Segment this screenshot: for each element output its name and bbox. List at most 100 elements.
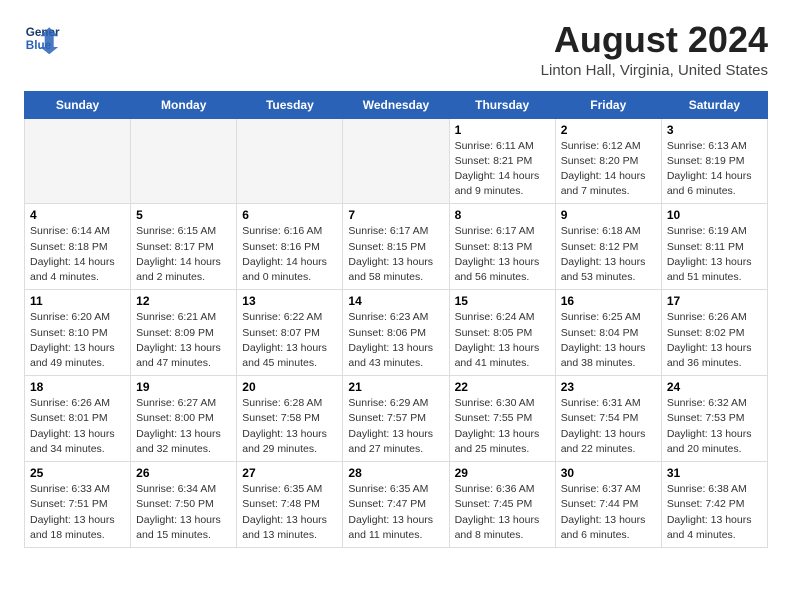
calendar-header: SundayMondayTuesdayWednesdayThursdayFrid… xyxy=(25,91,768,118)
day-detail: Sunrise: 6:22 AM Sunset: 8:07 PM Dayligh… xyxy=(242,310,337,371)
calendar-row-4: 18Sunrise: 6:26 AM Sunset: 8:01 PM Dayli… xyxy=(25,376,768,462)
calendar-cell: 11 Sunrise: 6:20 AM Sunset: 8:10 PM Dayli… xyxy=(25,290,131,376)
day-detail: Sunrise: 6:19 AM Sunset: 8:11 PM Dayligh… xyxy=(667,224,762,285)
calendar-cell: 6 Sunrise: 6:16 AM Sunset: 8:16 PM Daylig… xyxy=(237,204,343,290)
calendar-cell: 10 Sunrise: 6:19 AM Sunset: 8:11 PM Dayli… xyxy=(661,204,767,290)
day-number: 29 xyxy=(455,466,550,480)
day-number: 1 xyxy=(455,123,550,137)
day-number: 20 xyxy=(242,380,337,394)
day-detail: Sunrise: 6:33 AM Sunset: 7:51 PM Dayligh… xyxy=(30,482,125,543)
weekday-friday: Friday xyxy=(555,91,661,118)
day-number: 21 xyxy=(348,380,443,394)
day-number: 15 xyxy=(455,294,550,308)
weekday-wednesday: Wednesday xyxy=(343,91,449,118)
calendar-cell xyxy=(343,118,449,204)
calendar-cell: 2 Sunrise: 6:12 AM Sunset: 8:20 PM Daylig… xyxy=(555,118,661,204)
day-number: 31 xyxy=(667,466,762,480)
day-number: 17 xyxy=(667,294,762,308)
day-detail: Sunrise: 6:13 AM Sunset: 8:19 PM Dayligh… xyxy=(667,139,762,200)
calendar-cell: 18Sunrise: 6:26 AM Sunset: 8:01 PM Dayli… xyxy=(25,376,131,462)
calendar-cell: 5 Sunrise: 6:15 AM Sunset: 8:17 PM Daylig… xyxy=(131,204,237,290)
calendar-cell: 1 Sunrise: 6:11 AM Sunset: 8:21 PM Daylig… xyxy=(449,118,555,204)
day-detail: Sunrise: 6:24 AM Sunset: 8:05 PM Dayligh… xyxy=(455,310,550,371)
weekday-saturday: Saturday xyxy=(661,91,767,118)
day-number: 11 xyxy=(30,294,125,308)
weekday-tuesday: Tuesday xyxy=(237,91,343,118)
day-number: 2 xyxy=(561,123,656,137)
calendar-cell: 25 Sunrise: 6:33 AM Sunset: 7:51 PM Dayli… xyxy=(25,462,131,548)
calendar-table: SundayMondayTuesdayWednesdayThursdayFrid… xyxy=(24,91,768,548)
day-detail: Sunrise: 6:17 AM Sunset: 8:15 PM Dayligh… xyxy=(348,224,443,285)
calendar-cell: 19Sunrise: 6:27 AM Sunset: 8:00 PM Dayli… xyxy=(131,376,237,462)
day-detail: Sunrise: 6:26 AM Sunset: 8:02 PM Dayligh… xyxy=(667,310,762,371)
day-detail: Sunrise: 6:15 AM Sunset: 8:17 PM Dayligh… xyxy=(136,224,231,285)
day-detail: Sunrise: 6:14 AM Sunset: 8:18 PM Dayligh… xyxy=(30,224,125,285)
day-number: 28 xyxy=(348,466,443,480)
weekday-monday: Monday xyxy=(131,91,237,118)
day-detail: Sunrise: 6:32 AM Sunset: 7:53 PM Dayligh… xyxy=(667,396,762,457)
calendar-cell: 27Sunrise: 6:35 AM Sunset: 7:48 PM Dayli… xyxy=(237,462,343,548)
day-detail: Sunrise: 6:20 AM Sunset: 8:10 PM Dayligh… xyxy=(30,310,125,371)
calendar-cell xyxy=(237,118,343,204)
calendar-body: 1 Sunrise: 6:11 AM Sunset: 8:21 PM Daylig… xyxy=(25,118,768,547)
day-number: 6 xyxy=(242,208,337,222)
page-subtitle: Linton Hall, Virginia, United States xyxy=(541,62,768,79)
logo: General Blue xyxy=(24,20,64,56)
day-detail: Sunrise: 6:30 AM Sunset: 7:55 PM Dayligh… xyxy=(455,396,550,457)
day-detail: Sunrise: 6:34 AM Sunset: 7:50 PM Dayligh… xyxy=(136,482,231,543)
calendar-cell: 15 Sunrise: 6:24 AM Sunset: 8:05 PM Dayli… xyxy=(449,290,555,376)
day-number: 10 xyxy=(667,208,762,222)
weekday-thursday: Thursday xyxy=(449,91,555,118)
calendar-cell: 20 Sunrise: 6:28 AM Sunset: 7:58 PM Dayli… xyxy=(237,376,343,462)
day-detail: Sunrise: 6:38 AM Sunset: 7:42 PM Dayligh… xyxy=(667,482,762,543)
day-number: 14 xyxy=(348,294,443,308)
day-number: 25 xyxy=(30,466,125,480)
calendar-cell: 28 Sunrise: 6:35 AM Sunset: 7:47 PM Dayli… xyxy=(343,462,449,548)
calendar-cell: 7 Sunrise: 6:17 AM Sunset: 8:15 PM Daylig… xyxy=(343,204,449,290)
day-detail: Sunrise: 6:35 AM Sunset: 7:47 PM Dayligh… xyxy=(348,482,443,543)
day-number: 13 xyxy=(242,294,337,308)
day-number: 22 xyxy=(455,380,550,394)
page-title: August 2024 xyxy=(541,20,768,60)
weekday-header-row: SundayMondayTuesdayWednesdayThursdayFrid… xyxy=(25,91,768,118)
calendar-cell: 9 Sunrise: 6:18 AM Sunset: 8:12 PM Daylig… xyxy=(555,204,661,290)
day-number: 4 xyxy=(30,208,125,222)
calendar-cell: 14Sunrise: 6:23 AM Sunset: 8:06 PM Dayli… xyxy=(343,290,449,376)
calendar-cell: 17 Sunrise: 6:26 AM Sunset: 8:02 PM Dayli… xyxy=(661,290,767,376)
day-detail: Sunrise: 6:17 AM Sunset: 8:13 PM Dayligh… xyxy=(455,224,550,285)
day-detail: Sunrise: 6:16 AM Sunset: 8:16 PM Dayligh… xyxy=(242,224,337,285)
calendar-cell: 29Sunrise: 6:36 AM Sunset: 7:45 PM Dayli… xyxy=(449,462,555,548)
calendar-cell xyxy=(25,118,131,204)
calendar-cell: 22 Sunrise: 6:30 AM Sunset: 7:55 PM Dayli… xyxy=(449,376,555,462)
calendar-cell: 30Sunrise: 6:37 AM Sunset: 7:44 PM Dayli… xyxy=(555,462,661,548)
logo-icon: General Blue xyxy=(24,20,60,56)
day-number: 16 xyxy=(561,294,656,308)
day-number: 9 xyxy=(561,208,656,222)
day-detail: Sunrise: 6:29 AM Sunset: 7:57 PM Dayligh… xyxy=(348,396,443,457)
day-detail: Sunrise: 6:11 AM Sunset: 8:21 PM Dayligh… xyxy=(455,139,550,200)
day-detail: Sunrise: 6:28 AM Sunset: 7:58 PM Dayligh… xyxy=(242,396,337,457)
calendar-row-5: 25 Sunrise: 6:33 AM Sunset: 7:51 PM Dayli… xyxy=(25,462,768,548)
day-number: 7 xyxy=(348,208,443,222)
title-block: August 2024 Linton Hall, Virginia, Unite… xyxy=(541,20,768,79)
calendar-cell xyxy=(131,118,237,204)
day-number: 18 xyxy=(30,380,125,394)
calendar-cell: 26Sunrise: 6:34 AM Sunset: 7:50 PM Dayli… xyxy=(131,462,237,548)
day-detail: Sunrise: 6:25 AM Sunset: 8:04 PM Dayligh… xyxy=(561,310,656,371)
day-number: 19 xyxy=(136,380,231,394)
day-detail: Sunrise: 6:21 AM Sunset: 8:09 PM Dayligh… xyxy=(136,310,231,371)
day-detail: Sunrise: 6:35 AM Sunset: 7:48 PM Dayligh… xyxy=(242,482,337,543)
day-number: 5 xyxy=(136,208,231,222)
day-number: 8 xyxy=(455,208,550,222)
day-detail: Sunrise: 6:37 AM Sunset: 7:44 PM Dayligh… xyxy=(561,482,656,543)
day-detail: Sunrise: 6:18 AM Sunset: 8:12 PM Dayligh… xyxy=(561,224,656,285)
day-detail: Sunrise: 6:12 AM Sunset: 8:20 PM Dayligh… xyxy=(561,139,656,200)
calendar-cell: 3 Sunrise: 6:13 AM Sunset: 8:19 PM Daylig… xyxy=(661,118,767,204)
calendar-cell: 31 Sunrise: 6:38 AM Sunset: 7:42 PM Dayli… xyxy=(661,462,767,548)
day-number: 24 xyxy=(667,380,762,394)
svg-text:General: General xyxy=(26,26,60,39)
day-number: 12 xyxy=(136,294,231,308)
day-detail: Sunrise: 6:31 AM Sunset: 7:54 PM Dayligh… xyxy=(561,396,656,457)
day-number: 3 xyxy=(667,123,762,137)
calendar-row-2: 4 Sunrise: 6:14 AM Sunset: 8:18 PM Daylig… xyxy=(25,204,768,290)
